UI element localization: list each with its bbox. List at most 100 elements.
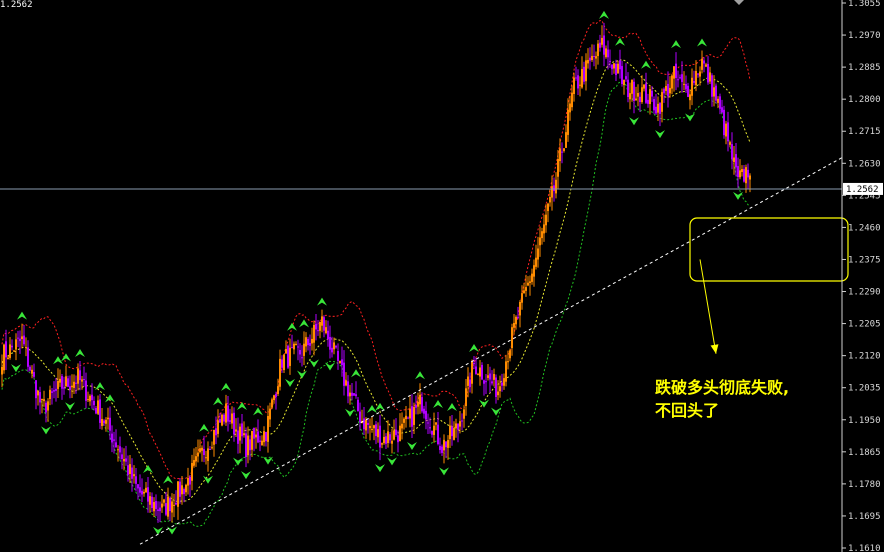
candle-body — [417, 401, 419, 407]
candle-body — [99, 399, 101, 423]
fractal-down-arrow-icon — [41, 426, 51, 435]
candle-body — [155, 501, 157, 509]
candle-body — [347, 381, 349, 397]
fractal-down-arrow-icon — [285, 378, 295, 387]
candle-body — [613, 63, 615, 69]
candle-body — [29, 366, 31, 371]
candle-body — [133, 474, 135, 477]
candle-body — [51, 391, 53, 393]
candle-body — [551, 186, 553, 198]
candle-body — [637, 93, 639, 97]
fractal-down-arrow-icon — [263, 456, 273, 465]
candle-body — [319, 321, 321, 331]
candle-body — [579, 84, 581, 86]
candle-body — [379, 425, 381, 448]
fractal-up-arrow-icon — [317, 297, 327, 306]
axis-tick-label: 1.1695 — [848, 512, 881, 522]
candle-body — [359, 411, 361, 423]
candle-body — [243, 433, 245, 436]
candle-body — [9, 344, 11, 358]
candle-body — [649, 89, 651, 105]
candle-body — [525, 287, 527, 291]
fractal-down-arrow-icon — [407, 442, 417, 451]
fractal-up-arrow-icon — [697, 38, 707, 47]
candle-body — [163, 499, 165, 503]
candle-body — [213, 429, 215, 445]
candle-body — [355, 394, 357, 397]
candle-body — [433, 425, 435, 435]
candle-body — [125, 458, 127, 462]
candle-body — [725, 123, 727, 137]
candle-body — [531, 273, 533, 282]
candle-body — [609, 60, 611, 62]
candle-body — [285, 349, 287, 354]
candle-body — [181, 485, 183, 495]
candle-body — [481, 364, 483, 380]
fractal-down-arrow-icon — [325, 362, 335, 371]
candle-body — [547, 203, 549, 212]
candle-body — [357, 399, 359, 412]
candle-body — [325, 327, 327, 334]
candle-body — [617, 63, 619, 74]
candle-body — [235, 429, 237, 432]
candle-body — [499, 386, 501, 392]
candle-body — [389, 434, 391, 441]
candle-body — [367, 422, 369, 425]
candle-body — [675, 63, 677, 78]
candle-body — [341, 359, 343, 366]
candle-body — [11, 345, 13, 348]
candle-body — [717, 98, 719, 103]
candle-body — [549, 196, 551, 203]
candle-body — [153, 502, 155, 512]
candle-body — [385, 436, 387, 444]
fractal-down-arrow-icon — [375, 464, 385, 473]
scroll-marker-icon[interactable] — [734, 0, 744, 5]
candle-body — [149, 496, 151, 505]
candle-body — [571, 92, 573, 108]
fractal-down-arrow-icon — [167, 526, 177, 535]
fractal-up-arrow-icon — [469, 344, 479, 353]
candle-body — [589, 57, 591, 61]
candle-body — [287, 345, 289, 368]
candle-body — [321, 316, 323, 326]
axis-tick-label: 1.1780 — [848, 480, 881, 490]
candle-body — [299, 350, 301, 355]
candle-body — [211, 447, 213, 449]
candle-body — [37, 390, 39, 396]
candle-body — [179, 481, 181, 497]
axis-tick-label: 1.2120 — [848, 352, 881, 362]
fractal-up-arrow-icon — [415, 371, 425, 380]
candle-body — [495, 377, 497, 398]
candle-body — [473, 362, 475, 364]
candle-body — [413, 407, 415, 425]
candle-body — [205, 457, 207, 459]
candle-body — [711, 75, 713, 97]
candle-body — [93, 400, 95, 406]
fractal-up-arrow-icon — [351, 369, 361, 378]
candle-body — [75, 382, 77, 384]
candle-body — [683, 83, 685, 85]
candle-body — [277, 386, 279, 394]
candle-body — [695, 70, 697, 86]
fractal-down-arrow-icon — [345, 408, 355, 417]
candle-body — [701, 58, 703, 70]
candle-body — [227, 405, 229, 422]
candle-body — [131, 467, 133, 479]
candle-body — [369, 425, 371, 429]
candle-body — [271, 399, 273, 408]
candle-body — [681, 74, 683, 83]
candle-body — [261, 440, 263, 445]
candle-body — [301, 357, 303, 359]
candle-body — [451, 426, 453, 437]
candle-body — [439, 446, 441, 450]
fractal-up-arrow-icon — [75, 349, 85, 358]
axis-tick-label: 1.2460 — [848, 223, 881, 233]
candle-body — [635, 98, 637, 101]
candle-body — [545, 214, 547, 226]
fractal-down-arrow-icon — [655, 130, 665, 139]
candle-body — [657, 103, 659, 113]
candle-body — [195, 456, 197, 462]
candle-body — [73, 381, 75, 388]
candle-body — [577, 75, 579, 89]
fractal-down-arrow-icon — [241, 471, 251, 480]
